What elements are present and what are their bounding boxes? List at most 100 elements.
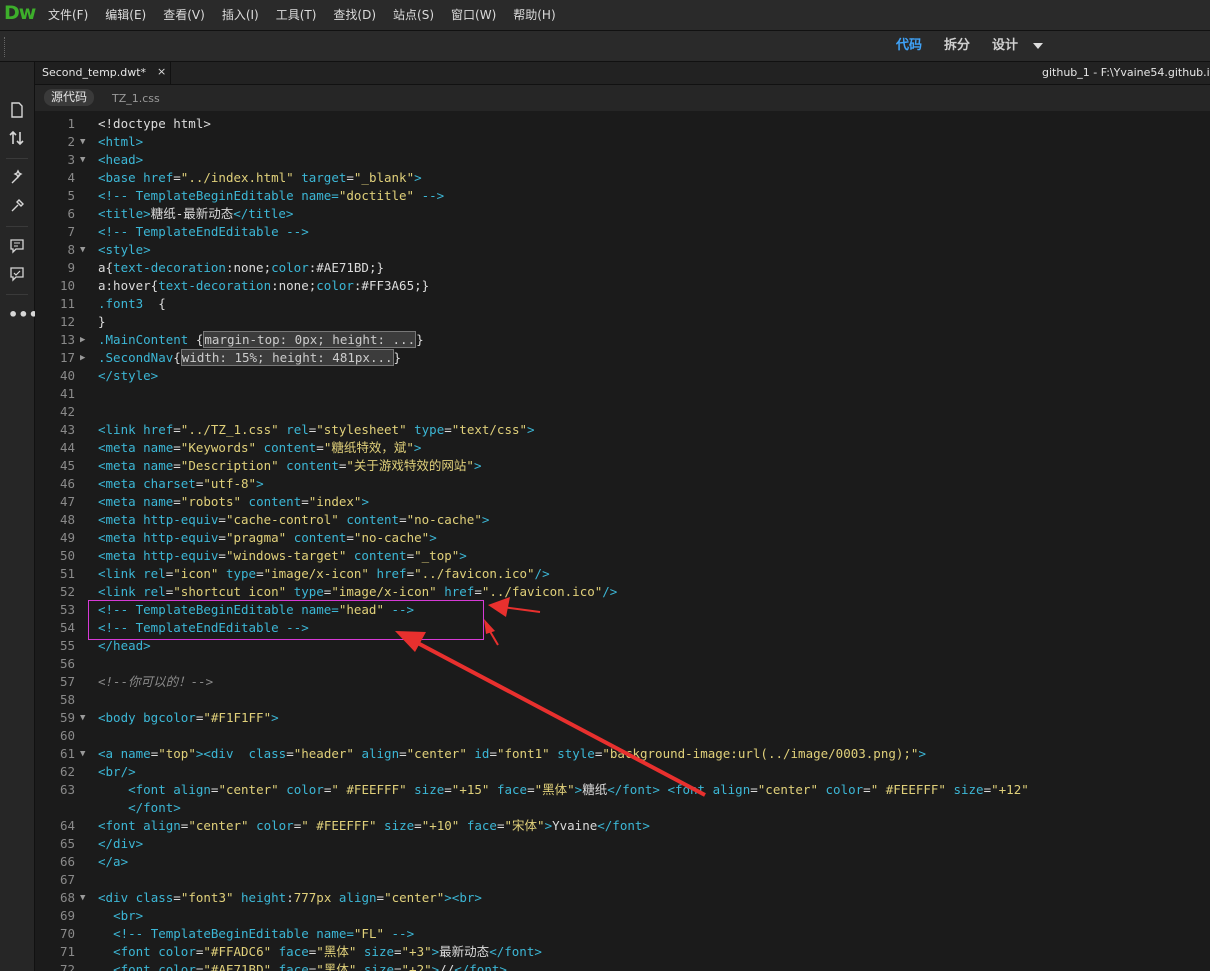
code-line[interactable]: 41 [35,385,1210,403]
code-line[interactable]: 43 <link href="../TZ_1.css" rel="styleshe… [35,421,1210,439]
file-icon[interactable] [8,102,26,120]
split-view-button[interactable]: 拆分 [944,31,970,61]
code-line[interactable]: 59 ▼ <body bgcolor="#F1F1FF"> [35,709,1210,727]
menu-item[interactable]: 窗口(W) [451,0,496,30]
menu-item[interactable]: 站点(S) [393,0,434,30]
related-file-css[interactable]: TZ_1.css [112,92,160,105]
code-line[interactable]: 67 [35,871,1210,889]
toolbar-grip[interactable] [4,37,8,57]
line-number: 61 [59,746,75,761]
design-view-button[interactable]: 设计 [992,31,1018,61]
code-line[interactable]: 7 <!-- TemplateEndEditable --> [35,223,1210,241]
code-line[interactable]: 48 <meta http-equiv="cache-control" conte… [35,511,1210,529]
code-line[interactable]: 6 <title>糖纸-最新动态</title> [35,205,1210,223]
fold-toggle-icon[interactable]: ▼ [80,133,90,151]
code-line[interactable]: 70 <!-- TemplateBeginEditable name="FL" … [35,925,1210,943]
fold-toggle-icon[interactable]: ▼ [80,745,90,763]
menu-item[interactable]: 查找(D) [333,0,376,30]
menu-item[interactable]: 文件(F) [48,0,88,30]
comment-icon[interactable] [8,238,26,256]
code-editor[interactable]: 1 <!doctype html> 2 ▼ <html> 3 ▼ <head> 4 <base h… [35,112,1210,971]
code-text: <!-- TemplateEndEditable --> [98,224,309,239]
code-line[interactable]: 64 <font align="center" color=" #FEEFFF" … [35,817,1210,835]
code-line[interactable]: 71 <font color="#FFADC6" face="黑体" size=… [35,943,1210,961]
app-logo: Dw [4,2,36,24]
magic-icon[interactable] [8,169,26,187]
code-text: <meta http-equiv="cache-control" content… [98,512,490,527]
menu-item[interactable]: 工具(T) [276,0,317,30]
code-line[interactable]: 51 <link rel="icon" type="image/x-icon" h… [35,565,1210,583]
close-icon[interactable]: × [157,65,166,78]
code-line[interactable]: 40 </style> [35,367,1210,385]
code-line[interactable]: 44 <meta name="Keywords" content="糖纸特效，斌"… [35,439,1210,457]
fold-toggle-icon[interactable]: ▼ [80,151,90,169]
source-code-tab[interactable]: 源代码 [44,89,95,106]
menu-item[interactable]: 帮助(H) [513,0,555,30]
line-number: 4 [67,170,75,185]
fold-toggle-icon[interactable]: ▶ [80,349,90,367]
menu-item[interactable]: 插入(I) [222,0,259,30]
line-number: 51 [59,566,75,581]
code-text: .SecondNav{width: 15%; height: 481px...} [98,349,402,366]
code-line[interactable]: 69 <br> [35,907,1210,925]
code-line[interactable]: 2 ▼ <html> [35,133,1210,151]
code-line[interactable]: 52 <link rel="shortcut icon" type="image/… [35,583,1210,601]
fold-toggle-icon[interactable]: ▶ [80,331,90,349]
line-number: 17 [59,350,75,365]
code-line[interactable]: 58 [35,691,1210,709]
line-number: 57 [59,674,75,689]
line-number: 52 [59,584,75,599]
chevron-down-icon[interactable] [1033,43,1043,49]
code-line[interactable]: </font> [35,799,1210,817]
line-number: 5 [67,188,75,203]
menu-item[interactable]: 编辑(E) [105,0,146,30]
line-number: 58 [59,692,75,707]
code-line[interactable]: 63 <font align="center" color=" #FEEFFF"… [35,781,1210,799]
code-line[interactable]: 8 ▼ <style> [35,241,1210,259]
code-line[interactable]: 50 <meta http-equiv="windows-target" cont… [35,547,1210,565]
code-line[interactable]: 56 [35,655,1210,673]
code-line[interactable]: 5 <!-- TemplateBeginEditable name="doctit… [35,187,1210,205]
code-line[interactable]: 49 <meta http-equiv="pragma" content="no-… [35,529,1210,547]
line-number: 70 [59,926,75,941]
code-line[interactable]: 4 <base href="../index.html" target="_bla… [35,169,1210,187]
code-text: <link href="../TZ_1.css" rel="stylesheet… [98,422,535,437]
code-line[interactable]: 45 <meta name="Description" content="关于游戏… [35,457,1210,475]
code-line[interactable]: 66 </a> [35,853,1210,871]
code-line[interactable]: 46 <meta charset="utf-8"> [35,475,1210,493]
code-text: <!--你可以的！--> [98,674,214,689]
code-line[interactable]: 11 .font3 { [35,295,1210,313]
code-line[interactable]: 61 ▼ <a name="top"><div class="header" ali… [35,745,1210,763]
code-text: .font3 { [98,296,166,311]
code-line[interactable]: 9 a{text-decoration:none;color:#AE71BD;} [35,259,1210,277]
line-number: 67 [59,872,75,887]
code-text: <meta name="robots" content="index"> [98,494,369,509]
line-number: 41 [59,386,75,401]
code-line[interactable]: 60 [35,727,1210,745]
code-line[interactable]: 72 <font color="#AE71BD" face="黑体" size=… [35,961,1210,971]
line-number: 46 [59,476,75,491]
document-tab[interactable]: Second_temp.dwt* × [35,62,171,84]
code-line[interactable]: 3 ▼ <head> [35,151,1210,169]
fold-toggle-icon[interactable]: ▼ [80,709,90,727]
code-line[interactable]: 10 a:hover{text-decoration:none;color:#FF… [35,277,1210,295]
code-view-button[interactable]: 代码 [896,31,922,61]
code-line[interactable]: 12} [35,313,1210,331]
code-line[interactable]: 68 ▼ <div class="font3" height:777px align… [35,889,1210,907]
more-icon[interactable]: ••• [8,306,39,324]
code-line[interactable]: 42 [35,403,1210,421]
code-line[interactable]: 13 ▶ .MainContent {margin-top: 0px; height… [35,331,1210,349]
fold-toggle-icon[interactable]: ▼ [80,889,90,907]
code-line[interactable]: 17 ▶ .SecondNav{width: 15%; height: 481px.… [35,349,1210,367]
related-files-bar: 源代码 TZ_1.css [35,85,1210,111]
eyedropper-icon[interactable] [8,198,26,216]
code-line[interactable]: 62 <br/> [35,763,1210,781]
code-line[interactable]: 65 </div> [35,835,1210,853]
code-line[interactable]: 47 <meta name="robots" content="index"> [35,493,1210,511]
fold-toggle-icon[interactable]: ▼ [80,241,90,259]
sort-icon[interactable] [8,130,26,148]
comment-check-icon[interactable] [8,266,26,284]
menu-item[interactable]: 查看(V) [163,0,205,30]
code-line[interactable]: 1 <!doctype html> [35,115,1210,133]
code-line[interactable]: 57 <!--你可以的！--> [35,673,1210,691]
